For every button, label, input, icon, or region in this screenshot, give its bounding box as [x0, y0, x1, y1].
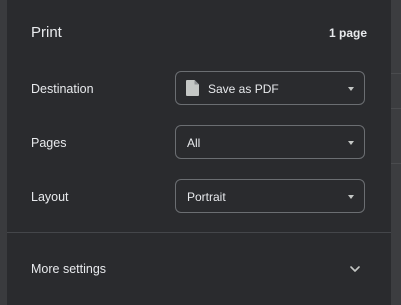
- preview-line: [391, 163, 401, 164]
- pages-label: Pages: [31, 136, 67, 150]
- layout-select[interactable]: Portrait: [175, 179, 365, 213]
- destination-value: Save as PDF: [208, 82, 279, 96]
- background-preview-edge: [391, 0, 401, 305]
- section-divider: [7, 232, 391, 233]
- dropdown-caret-icon: [348, 141, 354, 145]
- pages-value: All: [187, 136, 201, 150]
- destination-label: Destination: [31, 82, 94, 96]
- chevron-down-icon: [350, 266, 360, 272]
- more-settings-label: More settings: [31, 262, 107, 276]
- dialog-title: Print: [31, 24, 62, 41]
- page-count: 1 page: [328, 26, 367, 40]
- layout-label: Layout: [31, 190, 69, 204]
- preview-line: [391, 108, 401, 109]
- dropdown-caret-icon: [348, 87, 354, 91]
- layout-value: Portrait: [187, 190, 226, 204]
- destination-select[interactable]: Save as PDF: [175, 71, 365, 105]
- pages-select[interactable]: All: [175, 125, 365, 159]
- preview-line: [391, 73, 401, 74]
- print-dialog: Print 1 page Destination Save as PDF Pag…: [7, 0, 391, 305]
- dropdown-caret-icon: [348, 195, 354, 199]
- more-settings-toggle[interactable]: More settings: [7, 250, 391, 290]
- file-icon: [186, 80, 199, 96]
